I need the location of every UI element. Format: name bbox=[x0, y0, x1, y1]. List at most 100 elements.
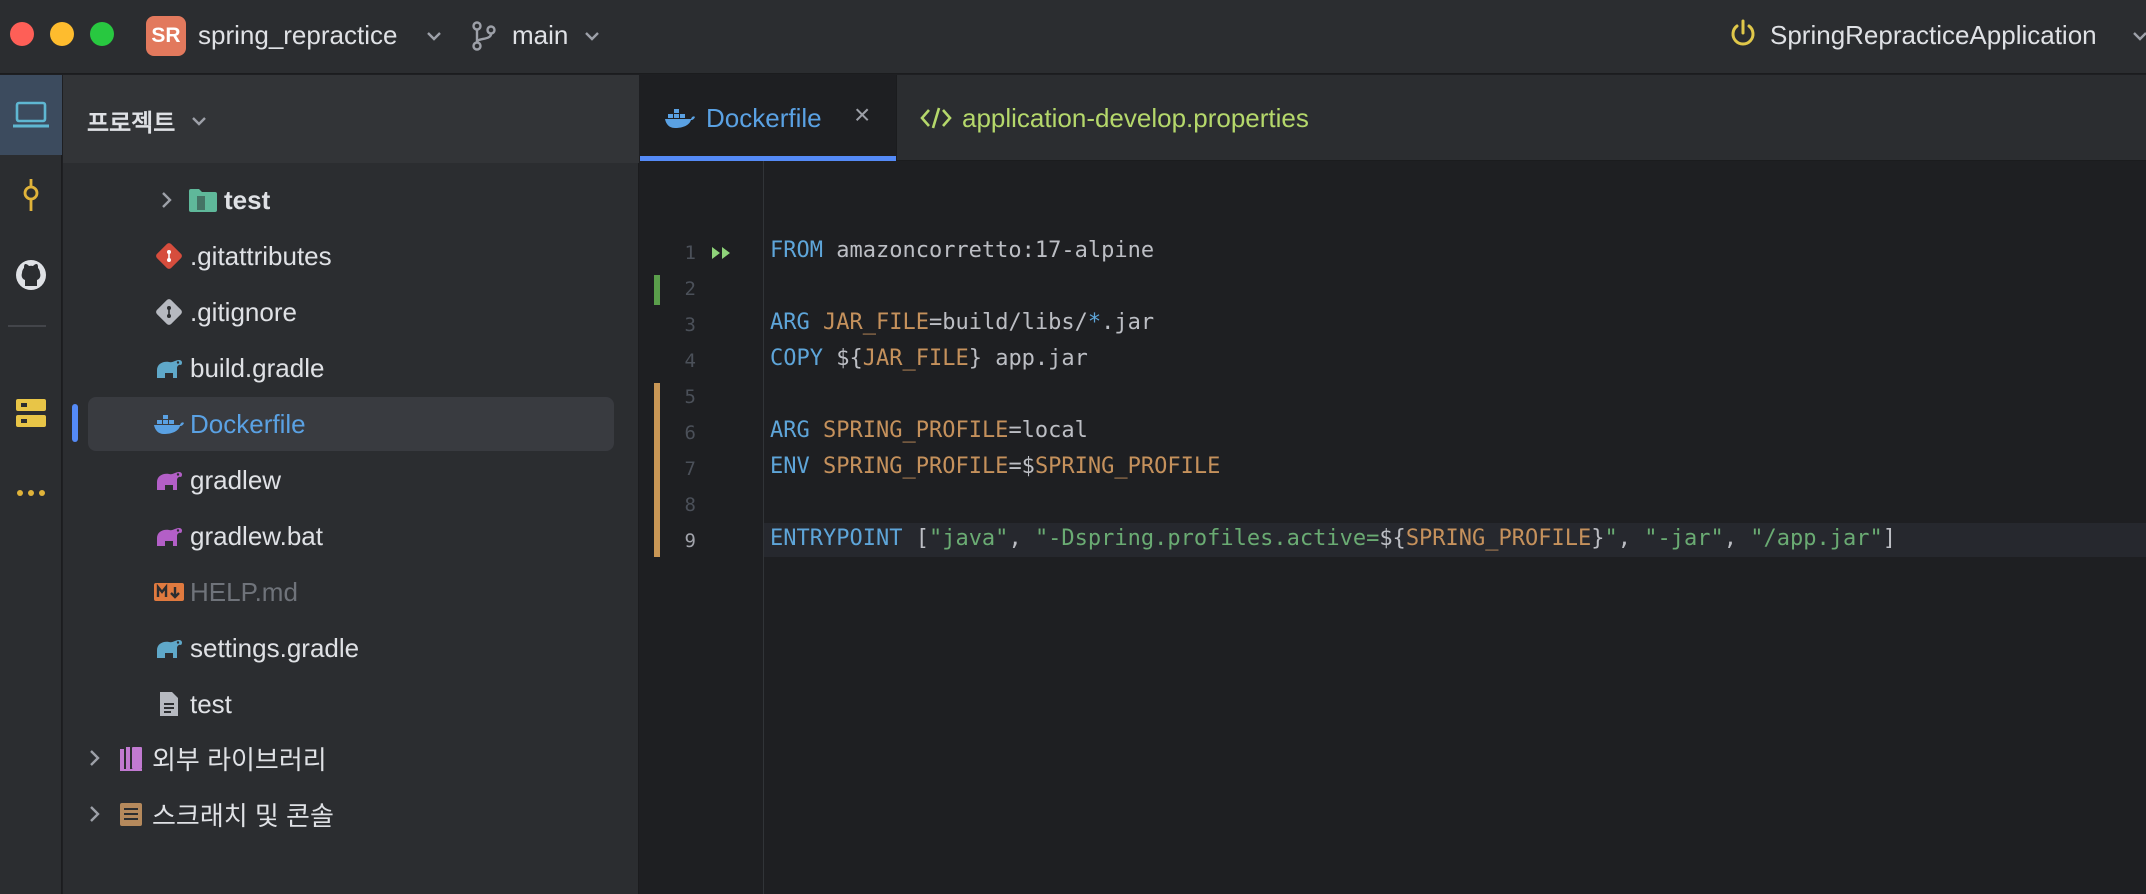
code-token: ARG bbox=[770, 418, 810, 443]
run-gutter-icon[interactable] bbox=[710, 245, 734, 261]
line-number: 9 bbox=[684, 530, 696, 552]
line-number: 1 bbox=[684, 242, 696, 264]
code-token: ${ bbox=[1379, 526, 1406, 551]
code-token: , bbox=[1723, 526, 1751, 551]
code-line[interactable]: COPY ${JAR_FILE} app.jar bbox=[770, 346, 1088, 371]
git-icon bbox=[152, 239, 186, 273]
code-token: SPRING_PROFILE bbox=[1405, 526, 1592, 551]
code-line[interactable]: ENTRYPOINT ["java", "-Dspring.profiles.a… bbox=[770, 526, 1896, 551]
tree-item-test-file[interactable]: test bbox=[152, 677, 612, 731]
commit-icon bbox=[23, 179, 39, 211]
code-token: ARG bbox=[770, 310, 810, 335]
more-icon bbox=[17, 490, 45, 496]
editor-gutter: 1 2 3 4 5 6 7 8 9 bbox=[640, 161, 764, 894]
divider bbox=[8, 325, 46, 327]
code-token: =local bbox=[1008, 418, 1088, 443]
line-number: 4 bbox=[684, 350, 696, 372]
code-token: , bbox=[1008, 526, 1035, 551]
gradle-icon bbox=[152, 351, 186, 385]
tree-item-gitattributes[interactable]: .gitattributes bbox=[152, 229, 612, 283]
close-tab-icon[interactable]: × bbox=[854, 99, 870, 131]
code-token: "-Dspring.profiles.active= bbox=[1034, 526, 1380, 551]
tab-label: Dockerfile bbox=[706, 102, 822, 133]
scratch-icon bbox=[114, 797, 148, 831]
code-token: =build/libs/ bbox=[928, 310, 1088, 335]
text-file-icon bbox=[152, 687, 186, 721]
gradle-icon bbox=[152, 463, 186, 497]
tree-item-scratches-consoles[interactable]: 스크래치 및 콘솔 bbox=[80, 787, 620, 841]
tree-item-help-md[interactable]: HELP.md bbox=[152, 565, 612, 619]
code-token: SPRING_PROFILE bbox=[1034, 454, 1221, 479]
code-line[interactable]: ARG JAR_FILE=build/libs/*.jar bbox=[770, 310, 1154, 335]
project-avatar[interactable]: SR bbox=[146, 16, 186, 56]
divider bbox=[896, 75, 897, 161]
commit-tool-button[interactable] bbox=[0, 155, 62, 235]
chevron-down-icon[interactable] bbox=[584, 30, 600, 42]
line-number: 5 bbox=[684, 386, 696, 408]
tree-item-gradlew[interactable]: gradlew bbox=[152, 453, 612, 507]
chevron-right-icon[interactable] bbox=[80, 749, 108, 767]
maximize-window-button[interactable] bbox=[90, 22, 114, 46]
tree-item-test-folder[interactable]: test bbox=[152, 173, 612, 227]
tree-item-external-libraries[interactable]: 외부 라이브러리 bbox=[80, 731, 620, 785]
code-token: [ bbox=[902, 526, 929, 551]
github-tool-button[interactable] bbox=[0, 235, 62, 315]
close-window-button[interactable] bbox=[10, 22, 34, 46]
editor-tab-bar: Dockerfile × application-develop.propert… bbox=[640, 75, 2146, 161]
code-line[interactable]: ARG SPRING_PROFILE=local bbox=[770, 418, 1088, 443]
code-token: .jar bbox=[1101, 310, 1155, 335]
vcs-added-marker[interactable] bbox=[654, 275, 660, 305]
code-token: JAR_FILE bbox=[823, 310, 929, 335]
project-panel-header: 프로젝트 bbox=[63, 75, 639, 163]
line-number: 7 bbox=[684, 458, 696, 480]
tree-item-build-gradle[interactable]: build.gradle bbox=[152, 341, 612, 395]
code-token: FROM bbox=[770, 238, 823, 263]
tab-dockerfile[interactable]: Dockerfile × bbox=[640, 75, 896, 161]
title-bar: SR spring_repractice main SpringRepracti… bbox=[0, 0, 2146, 74]
code-token: amazoncorretto:17-alpine bbox=[822, 238, 1155, 263]
code-line[interactable]: FROM amazoncorretto:17-alpine bbox=[770, 238, 1154, 263]
line-number: 6 bbox=[684, 422, 696, 444]
chevron-down-icon[interactable] bbox=[2132, 30, 2146, 42]
code-token: =$ bbox=[1008, 454, 1035, 479]
branch-selector[interactable]: main bbox=[512, 20, 568, 51]
markdown-icon bbox=[152, 575, 186, 609]
tree-item-gitignore[interactable]: .gitignore bbox=[152, 285, 612, 339]
minimize-window-button[interactable] bbox=[50, 22, 74, 46]
code-token: "java" bbox=[928, 526, 1009, 551]
tab-label: application-develop.properties bbox=[962, 102, 1309, 133]
power-icon[interactable] bbox=[1728, 18, 1758, 50]
code-token: "/app.jar" bbox=[1750, 526, 1883, 551]
code-token: COPY bbox=[770, 346, 823, 371]
project-tool-button[interactable] bbox=[0, 75, 62, 155]
services-icon bbox=[16, 399, 46, 427]
code-token: ${ bbox=[822, 346, 863, 371]
tree-item-gradlew-bat[interactable]: gradlew.bat bbox=[152, 509, 612, 563]
git-icon bbox=[152, 295, 186, 329]
code-line[interactable]: ENV SPRING_PROFILE=$SPRING_PROFILE bbox=[770, 454, 1220, 479]
code-token: " bbox=[1604, 526, 1618, 551]
run-configuration-selector[interactable]: SpringRepracticeApplication bbox=[1770, 20, 2097, 51]
code-token: } app.jar bbox=[968, 346, 1088, 371]
services-tool-button[interactable] bbox=[0, 373, 62, 453]
chevron-right-icon[interactable] bbox=[80, 805, 108, 823]
tree-item-settings-gradle[interactable]: settings.gradle bbox=[152, 621, 612, 675]
chevron-down-icon[interactable] bbox=[191, 115, 207, 127]
editor-area: Dockerfile × application-develop.propert… bbox=[640, 75, 2146, 894]
project-selector[interactable]: spring_repractice bbox=[198, 20, 397, 51]
tree-item-dockerfile[interactable]: Dockerfile bbox=[88, 397, 614, 451]
vcs-modified-marker[interactable] bbox=[654, 383, 660, 557]
tab-application-develop-properties[interactable]: application-develop.properties bbox=[898, 75, 1458, 161]
chevron-right-icon[interactable] bbox=[152, 191, 180, 209]
more-tools-button[interactable] bbox=[0, 453, 62, 533]
git-branch-icon[interactable] bbox=[470, 20, 498, 52]
code-token: SPRING_PROFILE bbox=[823, 418, 1009, 443]
gradle-icon bbox=[152, 519, 186, 553]
code-token: JAR_FILE bbox=[862, 346, 969, 371]
code-icon bbox=[920, 107, 952, 129]
test-folder-icon bbox=[186, 183, 220, 217]
github-icon bbox=[16, 260, 46, 290]
project-panel-title[interactable]: 프로젝트 bbox=[87, 103, 175, 138]
chevron-down-icon[interactable] bbox=[426, 30, 442, 42]
